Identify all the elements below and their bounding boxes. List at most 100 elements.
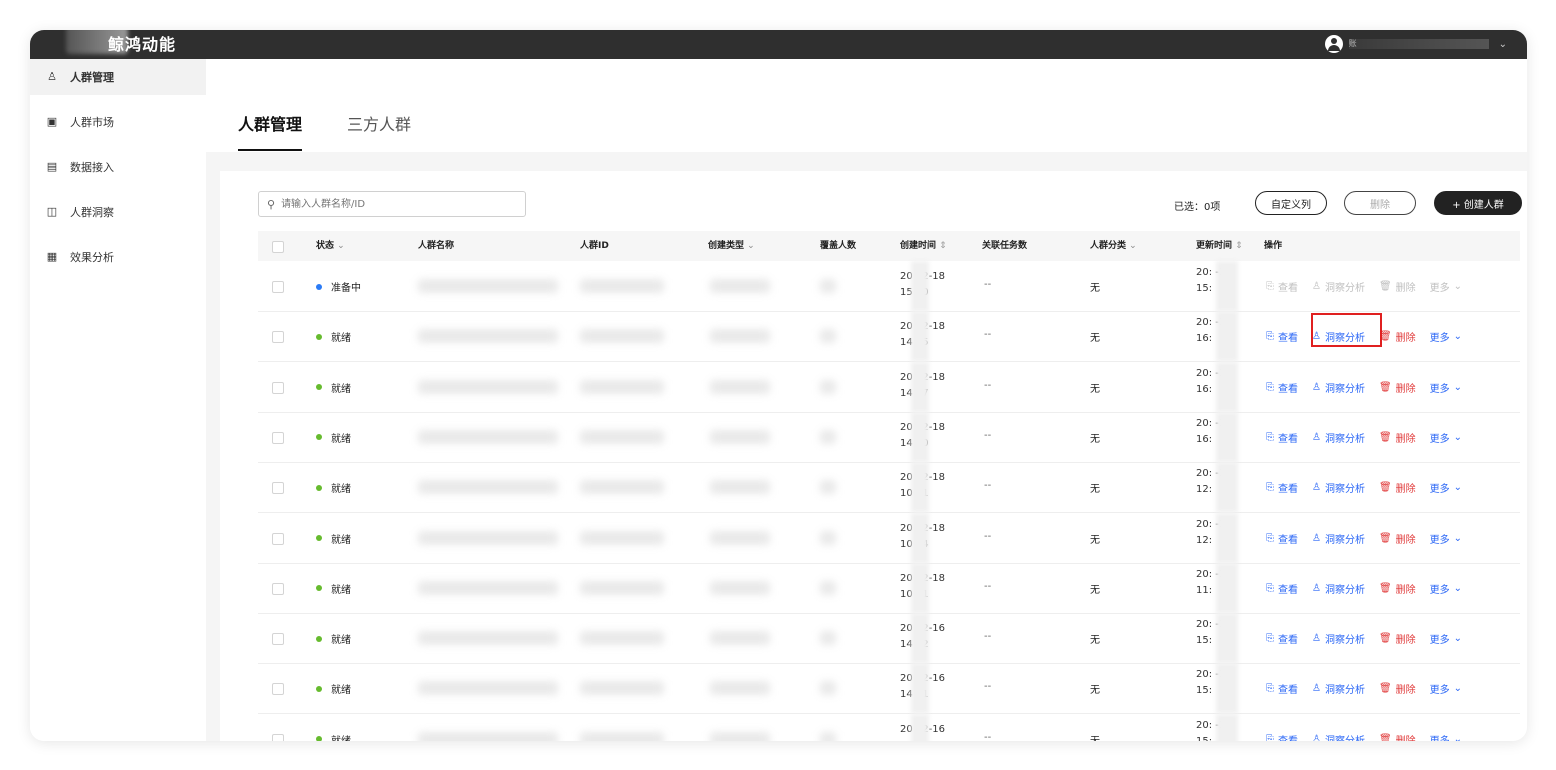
view-button[interactable]: ⎘ 查看 xyxy=(1266,279,1298,294)
row-checkbox[interactable] xyxy=(272,482,284,495)
tab-third-party-crowd[interactable]: 三方人群 xyxy=(347,111,411,135)
insight-analysis-button[interactable]: ♙洞察分析 xyxy=(1312,631,1365,646)
more-button[interactable]: 更多⌄ xyxy=(1430,279,1466,294)
header-category[interactable]: 人群分类 ⌄ xyxy=(1090,231,1137,261)
search-input[interactable] xyxy=(279,197,504,211)
view-button[interactable]: ⎘ 查看 xyxy=(1266,581,1298,596)
insight-analysis-button[interactable]: ♙洞察分析 xyxy=(1312,380,1365,395)
delete-button[interactable]: 🗑删除 xyxy=(1379,732,1416,741)
search-box[interactable]: ⚲ xyxy=(258,191,526,217)
view-button[interactable]: ⎘ 查看 xyxy=(1266,631,1298,646)
create-type-redacted xyxy=(710,329,770,344)
coverage-redacted xyxy=(820,480,836,495)
row-checkbox[interactable] xyxy=(272,431,284,444)
status-text: 就绪 xyxy=(331,333,351,345)
tabs-bar: 人群管理 三方人群 xyxy=(206,59,1527,152)
redaction-mask xyxy=(911,361,929,412)
redaction-mask xyxy=(911,663,929,714)
row-checkbox[interactable] xyxy=(272,733,284,741)
view-button[interactable]: ⎘ 查看 xyxy=(1266,531,1298,546)
header-update-time[interactable]: 更新时间 ⇕ xyxy=(1196,231,1243,261)
table-row: 就绪20 12-1814 57--无20: -1816:⎘查看♙洞察分析🗑删除更… xyxy=(258,361,1520,413)
sidebar-item-2[interactable]: ▤ 数据接入 xyxy=(30,149,206,185)
coverage-redacted xyxy=(820,379,836,394)
view-button[interactable]: ⎘ 查看 xyxy=(1266,329,1298,344)
delete-button[interactable]: 🗑删除 xyxy=(1379,581,1416,596)
delete-button[interactable]: 🗑删除 xyxy=(1379,631,1416,646)
redaction-mask xyxy=(1216,361,1238,412)
delete-button[interactable]: 🗑删除 xyxy=(1379,480,1416,495)
view-button[interactable]: ⎘ 查看 xyxy=(1266,732,1298,741)
row-checkbox[interactable] xyxy=(272,582,284,595)
tab-crowd-management[interactable]: 人群管理 xyxy=(238,111,302,135)
row-checkbox[interactable] xyxy=(272,331,284,344)
chevron-down-icon: ⌄ xyxy=(747,241,755,251)
crowd-id-redacted xyxy=(580,530,664,545)
delete-button[interactable]: 🗑删除 xyxy=(1379,681,1416,696)
crowd-id-redacted xyxy=(580,580,664,595)
search-icon: ⚲ xyxy=(267,197,276,211)
insight-label: 洞察分析 xyxy=(1324,534,1365,546)
more-button[interactable]: 更多⌄ xyxy=(1430,430,1466,445)
more-button[interactable]: 更多⌄ xyxy=(1430,581,1466,596)
more-button[interactable]: 更多⌄ xyxy=(1430,329,1466,344)
chevron-down-icon: ⌄ xyxy=(1453,582,1463,594)
user-menu[interactable]: 账 ⌄ xyxy=(1324,34,1507,54)
header-create-type[interactable]: 创建类型 ⌄ xyxy=(708,231,755,261)
sidebar: ♙ 人群管理 ▣ 人群市场 ▤ 数据接入 ◫ 人群洞察 ▦ 效果分析 xyxy=(30,59,206,741)
more-label: 更多 xyxy=(1429,534,1450,546)
insight-analysis-button[interactable]: ♙洞察分析 xyxy=(1312,732,1365,741)
more-label: 更多 xyxy=(1429,584,1450,596)
trash-icon: 🗑 xyxy=(1378,281,1392,292)
select-all-checkbox[interactable] xyxy=(272,241,284,253)
view-label: 查看 xyxy=(1278,635,1298,647)
view-icon: ⎘ xyxy=(1266,331,1274,343)
delete-label: 删除 xyxy=(1395,484,1416,496)
create-type-redacted xyxy=(710,429,770,444)
create-crowd-button[interactable]: + 创建人群 xyxy=(1434,191,1522,215)
view-button[interactable]: ⎘ 查看 xyxy=(1266,480,1298,495)
row-checkbox[interactable] xyxy=(272,381,284,394)
custom-columns-button[interactable]: 自定义列 xyxy=(1255,191,1327,215)
insight-analysis-button[interactable]: ♙洞察分析 xyxy=(1312,581,1365,596)
view-button[interactable]: ⎘ 查看 xyxy=(1266,430,1298,445)
view-button[interactable]: ⎘ 查看 xyxy=(1266,380,1298,395)
row-checkbox[interactable] xyxy=(272,683,284,696)
redaction-mask xyxy=(911,411,929,462)
trash-icon: 🗑 xyxy=(1378,633,1392,645)
create-type-redacted xyxy=(710,379,770,394)
insight-analysis-button[interactable]: ♙洞察分析 xyxy=(1312,681,1365,696)
chevron-down-icon: ⌄ xyxy=(1498,38,1507,50)
header-status[interactable]: 状态 ⌄ xyxy=(316,231,345,261)
insight-analysis-button[interactable]: ♙洞察分析 xyxy=(1312,531,1365,546)
more-button[interactable]: 更多⌄ xyxy=(1430,480,1466,495)
row-checkbox[interactable] xyxy=(272,633,284,646)
insight-analysis-button[interactable]: ♙洞察分析 xyxy=(1312,430,1365,445)
header-create-time[interactable]: 创建时间 ⇕ xyxy=(900,231,947,261)
redaction-mask xyxy=(1216,512,1238,563)
view-icon: ⎘ xyxy=(1266,582,1274,594)
sidebar-item-4[interactable]: ▦ 效果分析 xyxy=(30,239,206,275)
sidebar-item-1[interactable]: ▣ 人群市场 xyxy=(30,104,206,140)
more-button[interactable]: 更多⌄ xyxy=(1430,732,1466,741)
delete-button[interactable]: 🗑删除 xyxy=(1379,279,1416,294)
sidebar-item-3[interactable]: ◫ 人群洞察 xyxy=(30,194,206,230)
row-checkbox[interactable] xyxy=(272,532,284,545)
more-button[interactable]: 更多⌄ xyxy=(1430,681,1466,696)
table-row: 就绪20 12-1614 41--无20: -1615:⎘查看♙洞察分析🗑删除更… xyxy=(258,663,1520,715)
more-button[interactable]: 更多⌄ xyxy=(1430,631,1466,646)
view-button[interactable]: ⎘ 查看 xyxy=(1266,681,1298,696)
insight-analysis-button[interactable]: ♙洞察分析 xyxy=(1312,480,1365,495)
delete-button[interactable]: 🗑删除 xyxy=(1379,430,1416,445)
sidebar-item-0[interactable]: ♙ 人群管理 xyxy=(30,59,206,95)
delete-button[interactable]: 🗑删除 xyxy=(1379,380,1416,395)
batch-delete-button[interactable]: 删除 xyxy=(1344,191,1416,215)
more-button[interactable]: 更多⌄ xyxy=(1430,380,1466,395)
more-button[interactable]: 更多⌄ xyxy=(1430,531,1466,546)
delete-button[interactable]: 🗑删除 xyxy=(1379,329,1416,344)
content-panel: ⚲ 已选：0项 自定义列 删除 + 创建人群 状态 ⌄ 人群名称 人群ID 创建… xyxy=(220,171,1527,741)
row-checkbox[interactable] xyxy=(272,281,284,293)
row-actions: ⎘查看♙洞察分析🗑删除更多⌄ xyxy=(1266,581,1480,596)
delete-button[interactable]: 🗑删除 xyxy=(1379,531,1416,546)
insight-analysis-button[interactable]: ♙洞察分析 xyxy=(1312,279,1365,294)
